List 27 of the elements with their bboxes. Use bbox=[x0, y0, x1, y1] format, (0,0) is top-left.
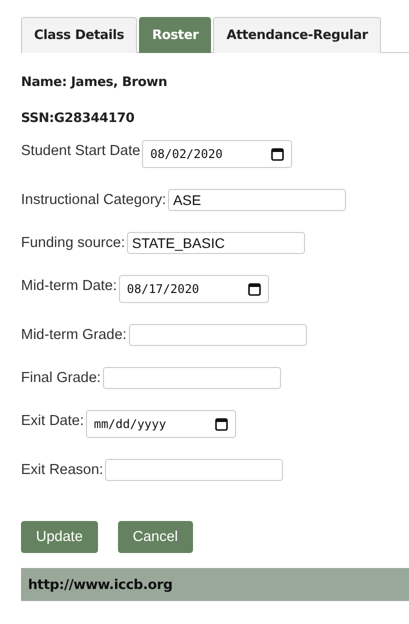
field-label: Mid-term Grade: bbox=[21, 327, 127, 343]
date-field[interactable]: mm/dd/yyyy bbox=[86, 410, 236, 438]
tab[interactable]: Roster bbox=[139, 17, 212, 53]
text-field[interactable] bbox=[128, 324, 307, 346]
field-label: Instructional Category: bbox=[21, 192, 166, 208]
calendar-icon[interactable] bbox=[248, 282, 261, 296]
student-ssn: SSN:G28344170 bbox=[21, 111, 136, 126]
date-field[interactable]: 08/17/2020 bbox=[118, 275, 269, 303]
update-button[interactable]: Update bbox=[21, 521, 98, 553]
text-field[interactable]: ASE bbox=[168, 189, 346, 211]
field-label: Student Start Date bbox=[21, 142, 140, 159]
footer-link[interactable]: http://www.iccb.org bbox=[28, 576, 172, 592]
tab[interactable]: Attendance-Regular bbox=[213, 17, 381, 53]
cancel-button[interactable]: Cancel bbox=[118, 521, 193, 553]
calendar-icon[interactable] bbox=[214, 417, 228, 431]
text-field[interactable] bbox=[102, 367, 281, 389]
field-label: Exit Reason: bbox=[21, 462, 104, 478]
field-label: Exit Date: bbox=[21, 412, 84, 429]
field-label: Funding source: bbox=[21, 235, 125, 251]
text-field[interactable]: STATE_BASIC bbox=[126, 232, 305, 254]
field-label: Final Grade: bbox=[21, 370, 101, 386]
calendar-icon[interactable] bbox=[271, 147, 284, 161]
tab[interactable]: Class Details bbox=[21, 17, 138, 53]
field-label: Mid-term Date: bbox=[21, 277, 117, 294]
date-field[interactable]: 08/02/2020 bbox=[142, 140, 292, 168]
text-field[interactable] bbox=[105, 459, 284, 481]
student-name: Name: James, Brown bbox=[21, 75, 168, 90]
